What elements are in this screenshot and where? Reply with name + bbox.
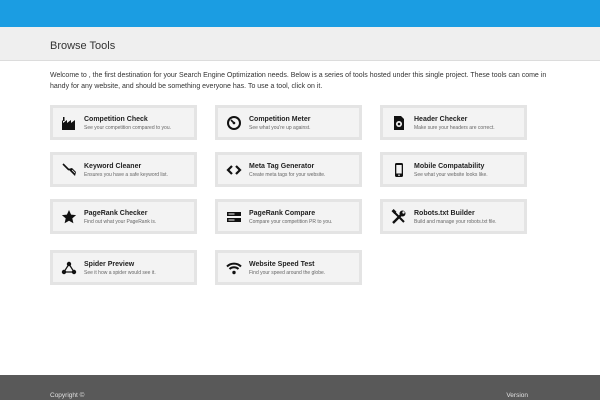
- gauge-icon: [226, 115, 242, 131]
- tool-name: Competition Meter: [249, 116, 311, 123]
- tool-card-mobile-compatability[interactable]: Mobile Compatability See what your websi…: [380, 152, 527, 187]
- tool-name: PageRank Checker: [84, 210, 148, 217]
- page-title: Browse Tools: [50, 40, 116, 52]
- document-gear-icon: [391, 115, 407, 131]
- intro-text: Welcome to , the first destination for y…: [50, 72, 547, 90]
- tool-name: Header Checker: [414, 116, 468, 123]
- tool-description: See your competition compared to you.: [84, 125, 171, 131]
- tool-card-website-speed-test[interactable]: Website Speed Test Find your speed aroun…: [215, 250, 362, 285]
- tool-description: Ensures you have a safe keyword list.: [84, 172, 168, 178]
- tool-description: Find your speed around the globe.: [249, 270, 326, 276]
- factory-icon: [61, 115, 77, 131]
- wifi-icon: [226, 260, 242, 276]
- tool-name: Website Speed Test: [249, 261, 315, 268]
- tool-description: Make sure your headers are correct.: [414, 125, 495, 131]
- code-tag-icon: [226, 162, 242, 178]
- tool-card-pagerank-compare[interactable]: PageRank Compare Compare your competitio…: [215, 199, 362, 234]
- tool-name: PageRank Compare: [249, 210, 316, 217]
- version-text: Version: [506, 392, 528, 399]
- page-header: Browse Tools: [0, 27, 600, 61]
- tool-card-meta-tag-generator[interactable]: Meta Tag Generator Create meta tags for …: [215, 152, 362, 187]
- tool-name: Competition Check: [84, 116, 148, 123]
- tool-description: See it how a spider would see it.: [84, 270, 156, 276]
- network-icon: [61, 260, 77, 276]
- tool-description: See what you're up against.: [249, 125, 311, 131]
- tool-description: Build and manage your robots.txt file.: [414, 219, 497, 225]
- star-icon: [61, 209, 77, 225]
- tool-name: Keyword Cleaner: [84, 163, 142, 170]
- tool-card-pagerank-checker[interactable]: PageRank Checker Find out what your Page…: [50, 199, 197, 234]
- mobile-phone-icon: [391, 162, 407, 178]
- footer: Copyright © Version: [0, 375, 600, 400]
- tool-card-robots-txt-builder[interactable]: Robots.txt Builder Build and manage your…: [380, 199, 527, 234]
- tool-card-spider-preview[interactable]: Spider Preview See it how a spider would…: [50, 250, 197, 285]
- tool-card-keyword-cleaner[interactable]: Keyword Cleaner Ensures you have a safe …: [50, 152, 197, 187]
- tool-name: Spider Preview: [84, 261, 135, 268]
- tool-name: Meta Tag Generator: [249, 163, 315, 170]
- copyright-text: Copyright ©: [50, 392, 85, 399]
- broom-icon: [61, 162, 77, 178]
- tool-description: Find out what your PageRank is.: [84, 219, 157, 225]
- tool-description: See what your website looks like.: [414, 172, 488, 178]
- tool-name: Robots.txt Builder: [414, 210, 475, 217]
- server-icon: [226, 209, 242, 225]
- tool-card-header-checker[interactable]: Header Checker Make sure your headers ar…: [380, 105, 527, 140]
- tool-description: Create meta tags for your website.: [249, 172, 326, 178]
- tools-icon: [391, 209, 407, 225]
- tool-name: Mobile Compatability: [414, 163, 485, 170]
- tool-description: Compare your competition PR to you.: [249, 219, 333, 225]
- tool-card-competition-meter[interactable]: Competition Meter See what you're up aga…: [215, 105, 362, 140]
- tool-card-competition-check[interactable]: Competition Check See your competition c…: [50, 105, 197, 140]
- top-bar: [0, 0, 600, 27]
